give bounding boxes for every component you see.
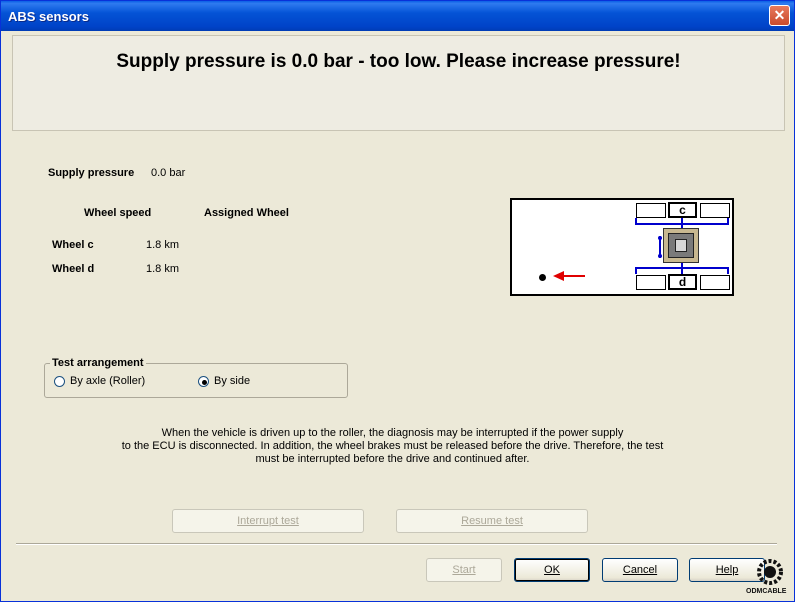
ok-label: OK <box>544 564 560 576</box>
axle-lines <box>635 218 729 274</box>
by-axle-label[interactable]: By axle (Roller) <box>70 375 145 387</box>
cancel-button[interactable]: Cancel <box>602 558 678 582</box>
wheel-speed-header: Wheel speed <box>84 207 152 219</box>
wheel-d-speed: 1.8 km <box>146 263 180 275</box>
wheel-diagram: c d <box>510 198 734 296</box>
instruction-line-2: to the ECU is disconnected. In addition,… <box>121 440 664 452</box>
interrupt-test-button[interactable]: Interrupt test <box>172 509 364 533</box>
cancel-label: Cancel <box>622 564 658 576</box>
roller-instructions: When the vehicle is driven up to the rol… <box>105 427 680 466</box>
close-icon: ✕ <box>773 7 786 23</box>
by-side-label[interactable]: By side <box>214 375 250 387</box>
odmcable-logo: ODMCABLE <box>746 557 788 595</box>
abs-sensors-dialog: ABS sensors ✕ Supply pressure is 0.0 bar… <box>0 0 795 602</box>
wheel-d-tag: d <box>668 274 697 290</box>
start-label: Start <box>452 564 476 576</box>
ok-button[interactable]: OK <box>514 558 590 582</box>
supply-pressure-value: 0.0 bar <box>151 167 186 179</box>
wheel-slot-bottom-right <box>700 275 730 290</box>
wheel-c-label: Wheel c <box>52 239 94 251</box>
resume-test-button[interactable]: Resume test <box>396 509 588 533</box>
gear-icon: ODMCABLE <box>746 559 787 595</box>
assigned-wheel-header: Assigned Wheel <box>204 207 289 219</box>
status-banner: Supply pressure is 0.0 bar - too low. Pl… <box>12 35 785 131</box>
start-button[interactable]: Start <box>426 558 502 582</box>
interrupt-test-label: Interrupt test <box>237 515 299 527</box>
wheel-slot-top-right <box>700 203 730 218</box>
test-arrangement-title: Test arrangement <box>50 357 146 369</box>
by-side-radio[interactable] <box>198 376 209 387</box>
wheel-c-speed: 1.8 km <box>146 239 180 251</box>
window-title: ABS sensors <box>8 9 89 24</box>
test-arrangement-group: Test arrangement By axle (Roller) By sid… <box>44 357 348 398</box>
wheel-c-tag: c <box>668 202 697 218</box>
dialog-content: Supply pressure is 0.0 bar - too low. Pl… <box>5 31 790 599</box>
resume-test-label: Resume test <box>461 515 523 527</box>
pressure-warning-message: Supply pressure is 0.0 bar - too low. Pl… <box>116 51 681 72</box>
supply-pressure-label: Supply pressure <box>48 167 135 179</box>
help-label: Help <box>715 564 739 576</box>
wheel-d-label: Wheel d <box>52 263 95 275</box>
bottom-divider <box>16 543 777 545</box>
instruction-line-1: When the vehicle is driven up to the rol… <box>161 427 624 439</box>
title-bar[interactable]: ABS sensors ✕ <box>1 1 794 31</box>
ecu-icon <box>663 228 699 263</box>
svg-text:ODMCABLE: ODMCABLE <box>746 588 787 595</box>
wheel-slot-top-left <box>636 203 666 218</box>
by-axle-radio[interactable] <box>54 376 65 387</box>
instruction-line-3: must be interrupted before the drive and… <box>255 453 530 465</box>
wheel-slot-bottom-left <box>636 275 666 290</box>
close-button[interactable]: ✕ <box>769 5 790 26</box>
